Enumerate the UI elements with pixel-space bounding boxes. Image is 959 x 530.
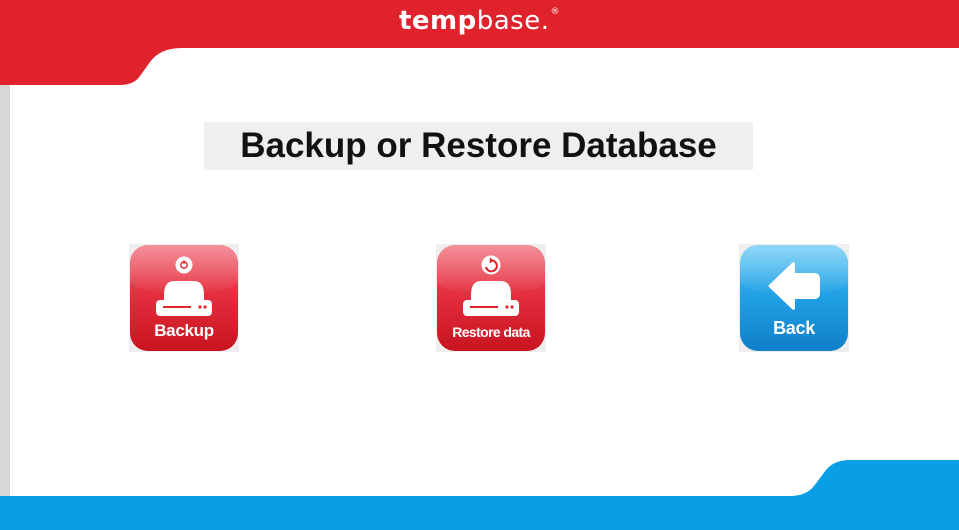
page-title: Backup or Restore Database <box>240 126 717 165</box>
app-screen: tempbase.® Backup or Restore Database Ba… <box>0 0 959 530</box>
restore-tile-frame: Restore data <box>436 244 546 352</box>
restore-data-button-label: Restore data <box>452 324 530 340</box>
registered-mark: ® <box>550 7 560 17</box>
backup-tile-frame: Backup <box>129 244 239 352</box>
back-tile-frame: Back <box>739 244 849 352</box>
page-title-box: Backup or Restore Database <box>204 122 753 170</box>
backup-button-label: Backup <box>154 321 214 340</box>
brand-logo-bold: temp <box>398 6 477 36</box>
brand-logo: tempbase.® <box>0 6 959 36</box>
back-button-label: Back <box>773 318 815 338</box>
footer-bar <box>0 460 959 530</box>
restore-data-button[interactable]: Restore data <box>437 245 545 351</box>
brand-logo-light: base. <box>476 6 550 36</box>
back-button[interactable]: Back <box>740 245 848 351</box>
backup-button[interactable]: Backup <box>130 245 238 351</box>
